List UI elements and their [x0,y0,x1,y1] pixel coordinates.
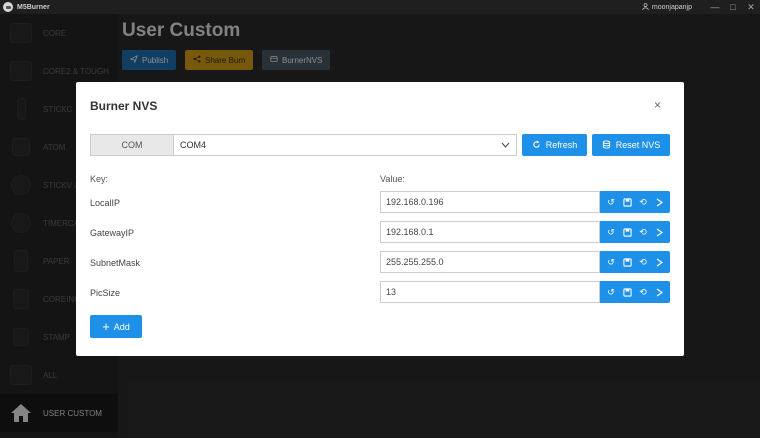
com-port-select[interactable]: COM4 [173,134,517,156]
reset-nvs-label: Reset NVS [615,140,661,150]
close-window-button[interactable]: ✕ [742,2,760,13]
row-actions: ↺ ⟲ [600,251,670,273]
app-logo-icon [3,2,13,12]
refresh-button[interactable]: Refresh [522,134,587,156]
save-icon[interactable] [621,256,633,268]
sync-icon[interactable]: ⟲ [637,256,649,268]
close-dialog-button[interactable]: × [654,98,661,112]
burner-nvs-dialog: Burner NVS × COM COM4 Refresh Reset NVS … [76,82,684,356]
play-icon[interactable] [653,256,665,268]
add-label: Add [113,321,130,332]
nvs-value-input[interactable]: 192.168.0.196 [380,191,600,213]
com-port-value: COM4 [180,140,207,150]
reset-nvs-button[interactable]: Reset NVS [592,134,670,156]
play-icon[interactable] [653,226,665,238]
sync-icon[interactable]: ⟲ [637,196,649,208]
title-bar: M5Burner moonjapanjp — □ ✕ [0,0,760,14]
restore-button[interactable]: □ [724,2,742,12]
plus-icon: + [102,319,110,334]
history-icon[interactable]: ↺ [605,226,617,238]
nvs-key-label: PicSize [90,288,121,298]
nvs-value-input[interactable]: 192.168.0.1 [380,221,600,243]
save-icon[interactable] [621,286,633,298]
value-column-header: Value: [380,174,405,184]
user-icon [642,2,649,12]
minimize-button[interactable]: — [706,2,724,12]
save-icon[interactable] [621,226,633,238]
com-label: COM [90,134,173,156]
play-icon[interactable] [653,286,665,298]
save-icon[interactable] [621,196,633,208]
row-actions: ↺ ⟲ [600,281,670,303]
nvs-value-input[interactable]: 13 [380,281,600,303]
nvs-value-input[interactable]: 255.255.255.0 [380,251,600,273]
history-icon[interactable]: ↺ [605,286,617,298]
history-icon[interactable]: ↺ [605,196,617,208]
com-port-row: COM COM4 [90,134,517,156]
app-name: M5Burner [17,3,50,11]
user-name: moonjapanjp [651,3,692,11]
row-actions: ↺ ⟲ [600,191,670,213]
nvs-key-label: GatewayIP [90,228,135,238]
sync-icon[interactable]: ⟲ [637,286,649,298]
sync-icon[interactable]: ⟲ [637,226,649,238]
nvs-key-label: SubnetMask [90,258,141,268]
refresh-icon [532,139,541,151]
nvs-key-label: LocalIP [90,198,121,208]
refresh-label: Refresh [545,140,578,150]
chevron-down-icon [501,141,510,150]
add-key-button[interactable]: + Add [90,315,142,338]
key-column-header: Key: [90,174,109,184]
user-account[interactable]: moonjapanjp [642,2,692,12]
dialog-title: Burner NVS [90,99,158,113]
play-icon[interactable] [653,196,665,208]
row-actions: ↺ ⟲ [600,221,670,243]
database-icon [602,139,611,151]
history-icon[interactable]: ↺ [605,256,617,268]
